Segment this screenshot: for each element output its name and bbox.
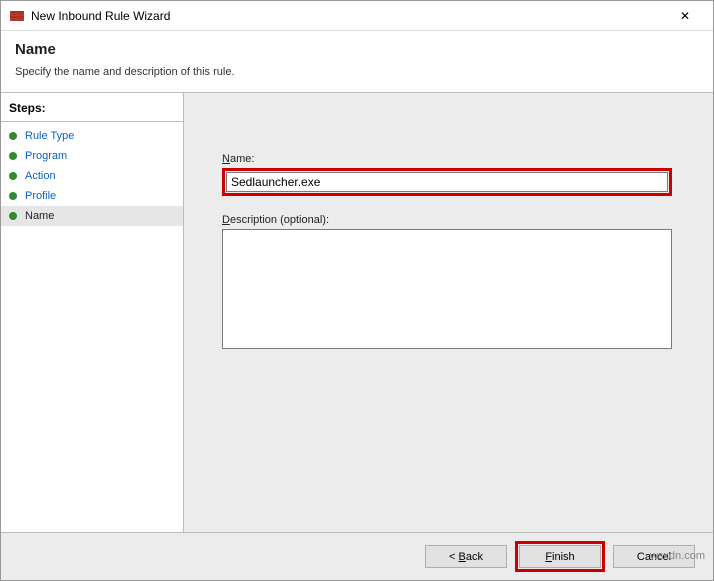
finish-highlight: Finish xyxy=(515,541,605,572)
close-icon: ✕ xyxy=(680,9,690,23)
step-rule-type[interactable]: Rule Type xyxy=(1,126,183,146)
step-link[interactable]: Program xyxy=(25,150,67,162)
step-profile[interactable]: Profile xyxy=(1,186,183,206)
firewall-icon xyxy=(9,8,25,24)
steps-sidebar: Steps: Rule Type Program Action Profile … xyxy=(1,93,183,533)
back-button[interactable]: < Back xyxy=(425,545,507,568)
close-button[interactable]: ✕ xyxy=(665,2,705,30)
name-label: Name: xyxy=(222,153,685,165)
bullet-icon xyxy=(9,172,17,180)
watermark: wsxdn.com xyxy=(650,550,705,562)
wizard-footer: < Back Finish Cancel xyxy=(1,532,713,580)
description-wrap xyxy=(222,229,672,352)
step-name[interactable]: Name xyxy=(1,206,183,226)
step-link[interactable]: Profile xyxy=(25,190,56,202)
titlebar: New Inbound Rule Wizard ✕ xyxy=(1,1,713,31)
page-title: Name xyxy=(15,41,699,58)
bullet-icon xyxy=(9,212,17,220)
step-program[interactable]: Program xyxy=(1,146,183,166)
bullet-icon xyxy=(9,152,17,160)
main-panel: Name: Description (optional): xyxy=(184,93,713,533)
bullet-icon xyxy=(9,192,17,200)
page-subtitle: Specify the name and description of this… xyxy=(15,66,699,78)
name-highlight xyxy=(222,168,672,196)
description-label: Description (optional): xyxy=(222,214,685,226)
step-action[interactable]: Action xyxy=(1,166,183,186)
step-label: Name xyxy=(25,210,54,222)
description-input[interactable] xyxy=(222,229,672,349)
window-title: New Inbound Rule Wizard xyxy=(31,9,665,23)
steps-heading: Steps: xyxy=(1,101,183,122)
step-link[interactable]: Action xyxy=(25,170,56,182)
finish-button[interactable]: Finish xyxy=(519,545,601,568)
wizard-header: Name Specify the name and description of… xyxy=(1,31,713,92)
step-link[interactable]: Rule Type xyxy=(25,130,74,142)
wizard-body: Steps: Rule Type Program Action Profile … xyxy=(1,93,713,533)
name-input[interactable] xyxy=(226,172,668,192)
bullet-icon xyxy=(9,132,17,140)
